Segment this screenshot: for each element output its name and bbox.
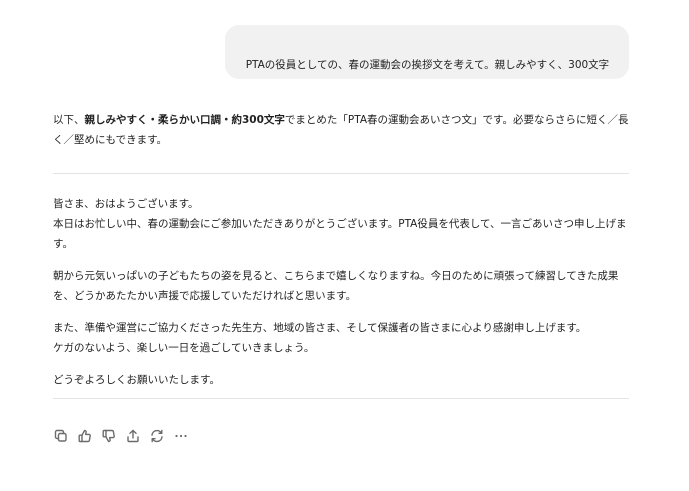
copy-button[interactable] xyxy=(51,427,71,445)
divider-top xyxy=(53,173,629,174)
thumbs-up-button[interactable] xyxy=(75,427,95,445)
user-message-bubble: PTAの役員としての、春の運動会の挨拶文を考えて。親しみやすく、300文字くらい… xyxy=(225,25,629,79)
divider-bottom xyxy=(53,398,629,399)
user-message-text: PTAの役員としての、春の運動会の挨拶文を考えて。親しみやすく、300文字くらい… xyxy=(245,59,610,71)
thumbs-down-button[interactable] xyxy=(99,427,119,445)
intro-prefix: 以下、 xyxy=(53,114,85,126)
regenerate-icon xyxy=(151,429,163,443)
assistant-intro: 以下、親しみやすく・柔らかい口調・約300文字でまとめた「PTA春の運動会あいさ… xyxy=(53,110,633,150)
intro-bold: 親しみやすく・柔らかい口調・約300文字 xyxy=(84,114,285,126)
share-button[interactable] xyxy=(123,427,143,445)
thumbs-up-icon xyxy=(78,429,91,443)
regenerate-button[interactable] xyxy=(147,427,167,445)
speech-paragraph-4: どうぞよろしくお願いいたします。 xyxy=(53,374,220,386)
more-icon xyxy=(175,434,187,438)
speech-text: 皆さま、おはようございます。 本日はお忙しい中、春の運動会にご参加いただきありが… xyxy=(53,194,633,390)
share-icon xyxy=(127,429,139,443)
copy-icon xyxy=(54,429,67,442)
more-options-button[interactable] xyxy=(171,427,191,445)
speech-paragraph-1: 皆さま、おはようございます。 本日はお忙しい中、春の運動会にご参加いただきありが… xyxy=(53,198,627,250)
thumbs-down-icon xyxy=(102,429,115,443)
speech-paragraph-3: また、準備や運営にご協力くださった先生方、地域の皆さま、そして保護者の皆さまに心… xyxy=(53,322,587,354)
message-actions xyxy=(51,427,191,445)
speech-paragraph-2: 朝から元気いっぱいの子どもたちの姿を見ると、こちらまで嬉しくなりますね。今日のた… xyxy=(53,270,619,302)
